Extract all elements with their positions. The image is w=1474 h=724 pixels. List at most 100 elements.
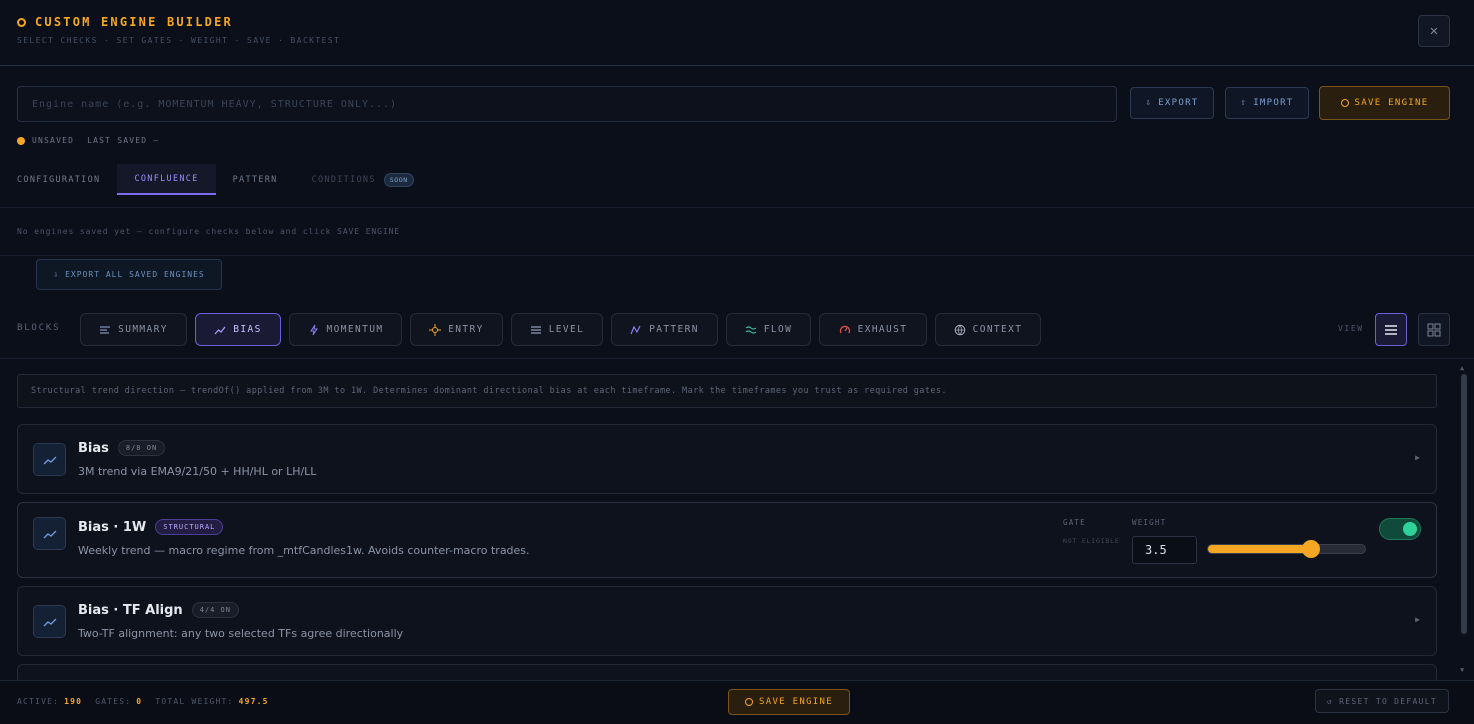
last-saved-text: LAST SAVED — (87, 136, 160, 145)
globe-icon (954, 324, 965, 335)
modal-subtitle: SELECT CHECKS · SET GATES · WEIGHT · SAV… (17, 36, 341, 45)
bolt-icon (309, 324, 318, 335)
check-card-bias-1w[interactable]: Bias · 1W STRUCTURAL Weekly trend — macr… (17, 502, 1437, 578)
engine-name-input[interactable] (17, 86, 1117, 122)
block-summary[interactable]: SUMMARY (80, 313, 187, 346)
tab-configuration[interactable]: CONFIGURATION (0, 164, 117, 195)
total-weight-value: 497.5 (238, 697, 269, 706)
card-title: Bias 8/8 ON (78, 440, 166, 456)
tab-label: CONDITIONS (311, 174, 376, 185)
gates-value: 0 (136, 697, 143, 706)
reset-icon: ↺ (1327, 696, 1334, 706)
block-entry[interactable]: ENTRY (410, 313, 503, 346)
scroll-down-icon[interactable]: ▼ (1460, 666, 1464, 674)
weight-input[interactable]: 3.5 (1132, 536, 1197, 564)
export-button[interactable]: ⇩ EXPORT (1130, 87, 1214, 119)
weight-slider-fill (1208, 545, 1311, 553)
list-view-button[interactable] (1375, 313, 1407, 346)
block-bias[interactable]: BIAS (195, 313, 281, 346)
modal-title: CUSTOM ENGINE BUILDER (17, 15, 233, 29)
lines-icon (530, 325, 541, 334)
close-button[interactable]: ✕ (1418, 15, 1450, 47)
card-subtitle: Two-TF alignment: any two selected TFs a… (78, 627, 404, 640)
wave-icon (745, 325, 757, 334)
scroll-up-icon[interactable]: ▲ (1460, 364, 1464, 372)
trend-icon (33, 443, 66, 476)
weight-slider-thumb[interactable] (1302, 540, 1321, 558)
save-engine-label: SAVE ENGINE (759, 697, 833, 707)
footer-save-engine-button[interactable]: SAVE ENGINE (728, 689, 850, 715)
block-exhaust[interactable]: EXHAUST (819, 313, 927, 346)
weight-slider[interactable] (1207, 540, 1366, 558)
weight-label: WEIGHT (1132, 518, 1167, 527)
download-icon: ⇩ (53, 270, 60, 279)
total-weight-label: TOTAL WEIGHT: (155, 697, 234, 706)
reset-label: RESET TO DEFAULT (1339, 696, 1437, 706)
tab-label: PATTERN (232, 174, 278, 185)
reset-to-default-button[interactable]: ↺ RESET TO DEFAULT (1315, 689, 1449, 713)
download-icon: ⇩ (1145, 98, 1153, 108)
import-label: IMPORT (1253, 98, 1294, 108)
footer-stats: ACTIVE: 190 GATES: 0 TOTAL WEIGHT: 497.5 (17, 697, 277, 706)
check-card-bias-tf-align[interactable]: Bias · TF Align 4/4 ON Two-TF alignment:… (17, 586, 1437, 656)
trend-icon (33, 605, 66, 638)
block-level[interactable]: LEVEL (511, 313, 603, 346)
scrollbar-thumb[interactable] (1461, 374, 1467, 634)
block-context[interactable]: CONTEXT (935, 313, 1041, 346)
trend-icon (33, 517, 66, 550)
enable-toggle[interactable] (1379, 518, 1421, 540)
active-label: ACTIVE: (17, 697, 60, 706)
structural-badge: STRUCTURAL (155, 519, 224, 535)
block-label: EXHAUST (857, 324, 908, 335)
tab-confluence[interactable]: CONFLUENCE (117, 164, 216, 195)
card-title-text: Bias · TF Align (78, 602, 183, 618)
block-description: Structural trend direction — trendOf() a… (17, 374, 1437, 408)
block-label: FLOW (763, 324, 793, 335)
block-label: SUMMARY (118, 324, 168, 335)
block-label: MOMENTUM (326, 324, 384, 335)
divider (0, 207, 1474, 208)
card-title-text: Bias · 1W (78, 519, 147, 535)
save-status: UNSAVED LAST SAVED — (17, 136, 159, 145)
count-badge: 4/4 ON (191, 602, 239, 618)
trend-icon (214, 326, 226, 334)
count-badge: 8/8 ON (117, 440, 166, 456)
save-engine-button[interactable]: SAVE ENGINE (1319, 86, 1450, 120)
gates-label: GATES: (95, 697, 132, 706)
block-momentum[interactable]: MOMENTUM (289, 313, 402, 346)
header-divider (0, 65, 1474, 66)
status-dot-icon (17, 136, 25, 145)
pattern-icon (630, 325, 641, 334)
divider (0, 255, 1474, 256)
active-value: 190 (64, 697, 83, 706)
modal-title-text: CUSTOM ENGINE BUILDER (35, 15, 233, 29)
grid-view-button[interactable] (1418, 313, 1450, 346)
view-label: VIEW (1338, 324, 1364, 333)
check-card-bias[interactable]: Bias 8/8 ON 3M trend via EMA9/21/50 + HH… (17, 424, 1437, 494)
block-flow[interactable]: FLOW (726, 313, 811, 346)
card-title: Bias · 1W STRUCTURAL (78, 519, 224, 535)
tab-label: CONFIGURATION (17, 174, 101, 185)
crosshair-icon (429, 323, 442, 336)
gate-label: GATE (1063, 518, 1086, 527)
block-label: LEVEL (548, 324, 585, 335)
expand-arrow-icon[interactable]: ▶ (1415, 615, 1420, 624)
block-pattern[interactable]: PATTERN (611, 313, 718, 346)
tab-pattern[interactable]: PATTERN (216, 164, 295, 195)
export-label: EXPORT (1158, 98, 1199, 108)
gate-status: NOT ELIGIBLE (1063, 537, 1120, 545)
export-all-button[interactable]: ⇩ EXPORT ALL SAVED ENGINES (36, 259, 222, 290)
block-label: ENTRY (448, 324, 484, 335)
card-subtitle: 3M trend via EMA9/21/50 + HH/HL or LH/LL (78, 465, 317, 478)
engine-icon (17, 17, 26, 27)
tab-conditions: CONDITIONS SOON (295, 164, 431, 195)
card-title-text: Bias (78, 440, 109, 456)
save-engine-label: SAVE ENGINE (1354, 98, 1429, 108)
expand-arrow-icon[interactable]: ▶ (1415, 453, 1420, 462)
card-title: Bias · TF Align 4/4 ON (78, 602, 239, 618)
import-button[interactable]: ⇧ IMPORT (1225, 87, 1309, 119)
no-engines-message: No engines saved yet — configure checks … (17, 227, 400, 236)
block-label: BIAS (233, 324, 262, 335)
blocks-label: BLOCKS (17, 323, 61, 333)
block-label: CONTEXT (972, 324, 1023, 335)
